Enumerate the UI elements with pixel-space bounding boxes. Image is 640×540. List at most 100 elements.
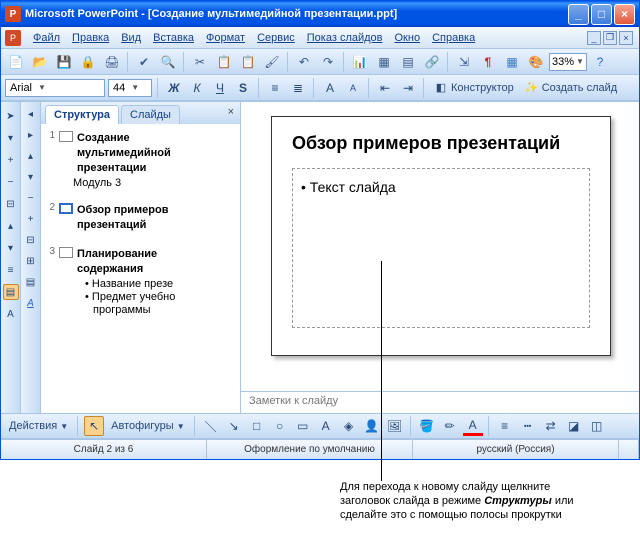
wordart-icon[interactable]: A — [316, 416, 336, 436]
slide-body-placeholder[interactable]: Текст слайда — [292, 168, 590, 328]
fill-color-icon[interactable]: 🪣 — [417, 416, 437, 436]
dash-style-icon[interactable]: ┅ — [518, 416, 538, 436]
format-painter-icon[interactable]: 🖌 — [261, 51, 283, 73]
plus-icon[interactable]: + — [3, 152, 19, 168]
show-formatting-icon[interactable]: ¶ — [477, 51, 499, 73]
menu-insert[interactable]: Вставка — [147, 30, 200, 46]
picture-icon[interactable]: 🖼 — [385, 416, 405, 436]
tab-slides[interactable]: Слайды — [121, 105, 180, 124]
outline-item[interactable]: 3 Планированиесодержания — [41, 244, 240, 278]
arrow-tool-icon[interactable]: ↘ — [224, 416, 244, 436]
increase-font-icon[interactable]: A — [320, 78, 340, 98]
arrow-icon[interactable]: ➤ — [3, 108, 19, 124]
select-icon[interactable]: ↖ — [84, 416, 104, 436]
slide-canvas[interactable]: Обзор примеров презентаций Текст слайда — [241, 102, 639, 391]
grid-icon[interactable]: ▦ — [501, 51, 523, 73]
line-icon[interactable]: ＼ — [201, 416, 221, 436]
slide-title[interactable]: Планированиесодержания — [77, 246, 157, 276]
doc-icon[interactable]: P — [5, 30, 21, 46]
decrease-indent-icon[interactable]: ⇤ — [375, 78, 395, 98]
collapse-icon[interactable]: ⊟ — [3, 196, 19, 212]
outline-item[interactable]: 2 Обзор примеровпрезентаций — [41, 200, 240, 234]
numbering-icon[interactable]: ≡ — [265, 78, 285, 98]
spelling-icon[interactable]: ✔ — [133, 51, 155, 73]
demote-icon[interactable]: ▸ — [23, 127, 39, 143]
actions-menu[interactable]: Действия ▼ — [5, 416, 72, 436]
slide-title[interactable]: Созданиемультимедийнойпрезентации — [77, 130, 171, 175]
textbox-icon[interactable]: ▭ — [293, 416, 313, 436]
mdi-close[interactable]: × — [619, 31, 633, 45]
slide-title-text[interactable]: Обзор примеров презентаций — [292, 133, 590, 154]
menu-help[interactable]: Справка — [426, 30, 481, 46]
increase-indent-icon[interactable]: ⇥ — [398, 78, 418, 98]
redo-icon[interactable]: ↷ — [317, 51, 339, 73]
mdi-restore[interactable]: ❐ — [603, 31, 617, 45]
expand-all-icon[interactable]: ≡ — [3, 262, 19, 278]
print-icon[interactable]: 🖨 — [101, 51, 123, 73]
arrow-down-icon[interactable]: ▾ — [3, 130, 19, 146]
expand-icon[interactable]: ⇲ — [453, 51, 475, 73]
designer-button[interactable]: ◧Конструктор — [430, 78, 518, 98]
oval-icon[interactable]: ○ — [270, 416, 290, 436]
cut-icon[interactable]: ✂ — [189, 51, 211, 73]
close-pane-icon[interactable]: × — [228, 106, 234, 118]
slide-thumb-icon[interactable] — [59, 203, 73, 214]
decrease-font-icon[interactable]: A — [343, 78, 363, 98]
open-icon[interactable]: 📂 — [29, 51, 51, 73]
slide-title[interactable]: Обзор примеровпрезентаций — [77, 202, 168, 232]
hyperlink-icon[interactable]: 🔗 — [421, 51, 443, 73]
font-color-icon[interactable]: A — [463, 416, 483, 436]
outline-subtitle[interactable]: Модуль 3 — [41, 177, 240, 190]
autoshapes-menu[interactable]: Автофигуры ▼ — [107, 416, 189, 436]
color-icon[interactable]: 🎨 — [525, 51, 547, 73]
outline-bullet[interactable]: Предмет учебно — [41, 291, 240, 304]
show-format-icon[interactable]: A — [3, 306, 19, 322]
mdi-minimize[interactable]: _ — [587, 31, 601, 45]
clipart-icon[interactable]: 👤 — [362, 416, 382, 436]
menu-tools[interactable]: Сервис — [251, 30, 301, 46]
menu-format[interactable]: Формат — [200, 30, 251, 46]
slide-thumb-icon[interactable] — [59, 247, 73, 258]
zoom-combo[interactable]: 33%▼ — [549, 53, 587, 71]
copy-icon[interactable]: 📋 — [213, 51, 235, 73]
minus-icon[interactable]: − — [3, 174, 19, 190]
italic-button[interactable]: К — [187, 78, 207, 98]
tables-borders-icon[interactable]: ▤ — [397, 51, 419, 73]
expand2-icon[interactable]: + — [23, 211, 39, 227]
underline-button[interactable]: Ч — [210, 78, 230, 98]
slide-bullet[interactable]: Текст слайда — [301, 179, 581, 195]
menu-edit[interactable]: Правка — [66, 30, 115, 46]
3d-style-icon[interactable]: ◫ — [587, 416, 607, 436]
paste-icon[interactable]: 📋 — [237, 51, 259, 73]
shadow-style-icon[interactable]: ◪ — [564, 416, 584, 436]
help-icon[interactable]: ? — [589, 51, 611, 73]
bold-button[interactable]: Ж — [164, 78, 184, 98]
maximize-button[interactable]: □ — [591, 4, 612, 25]
menu-window[interactable]: Окно — [389, 30, 427, 46]
new-slide-button[interactable]: ✨Создать слайд — [521, 78, 621, 98]
outline-list[interactable]: 1 Созданиемультимедийнойпрезентации Моду… — [41, 124, 240, 413]
move-up-icon[interactable]: ▴ — [3, 218, 19, 234]
summary-icon[interactable]: ▤ — [3, 284, 19, 300]
save-icon[interactable]: 💾 — [53, 51, 75, 73]
menu-file[interactable]: Файл — [27, 30, 66, 46]
move-down-icon[interactable]: ▾ — [3, 240, 19, 256]
tab-outline[interactable]: Структура — [45, 105, 119, 124]
rectangle-icon[interactable]: □ — [247, 416, 267, 436]
new-icon[interactable]: 📄 — [5, 51, 27, 73]
titlebar[interactable]: P Microsoft PowerPoint - [Создание мульт… — [1, 1, 639, 27]
table-icon[interactable]: ▦ — [373, 51, 395, 73]
outline-item[interactable]: 1 Созданиемультимедийнойпрезентации — [41, 128, 240, 177]
chart-icon[interactable]: 📊 — [349, 51, 371, 73]
menu-slideshow[interactable]: Показ слайдов — [301, 30, 389, 46]
shadow-button[interactable]: S — [233, 78, 253, 98]
arrow-style-icon[interactable]: ⇄ — [541, 416, 561, 436]
line-color-icon[interactable]: ✏ — [440, 416, 460, 436]
showfmt-icon[interactable]: A — [23, 295, 39, 311]
bullets-icon[interactable]: ≣ — [288, 78, 308, 98]
slide-thumb-icon[interactable] — [59, 131, 73, 142]
undo-icon[interactable]: ↶ — [293, 51, 315, 73]
close-button[interactable]: × — [614, 4, 635, 25]
promote-icon[interactable]: ◂ — [23, 106, 39, 122]
summary2-icon[interactable]: ▤ — [23, 274, 39, 290]
